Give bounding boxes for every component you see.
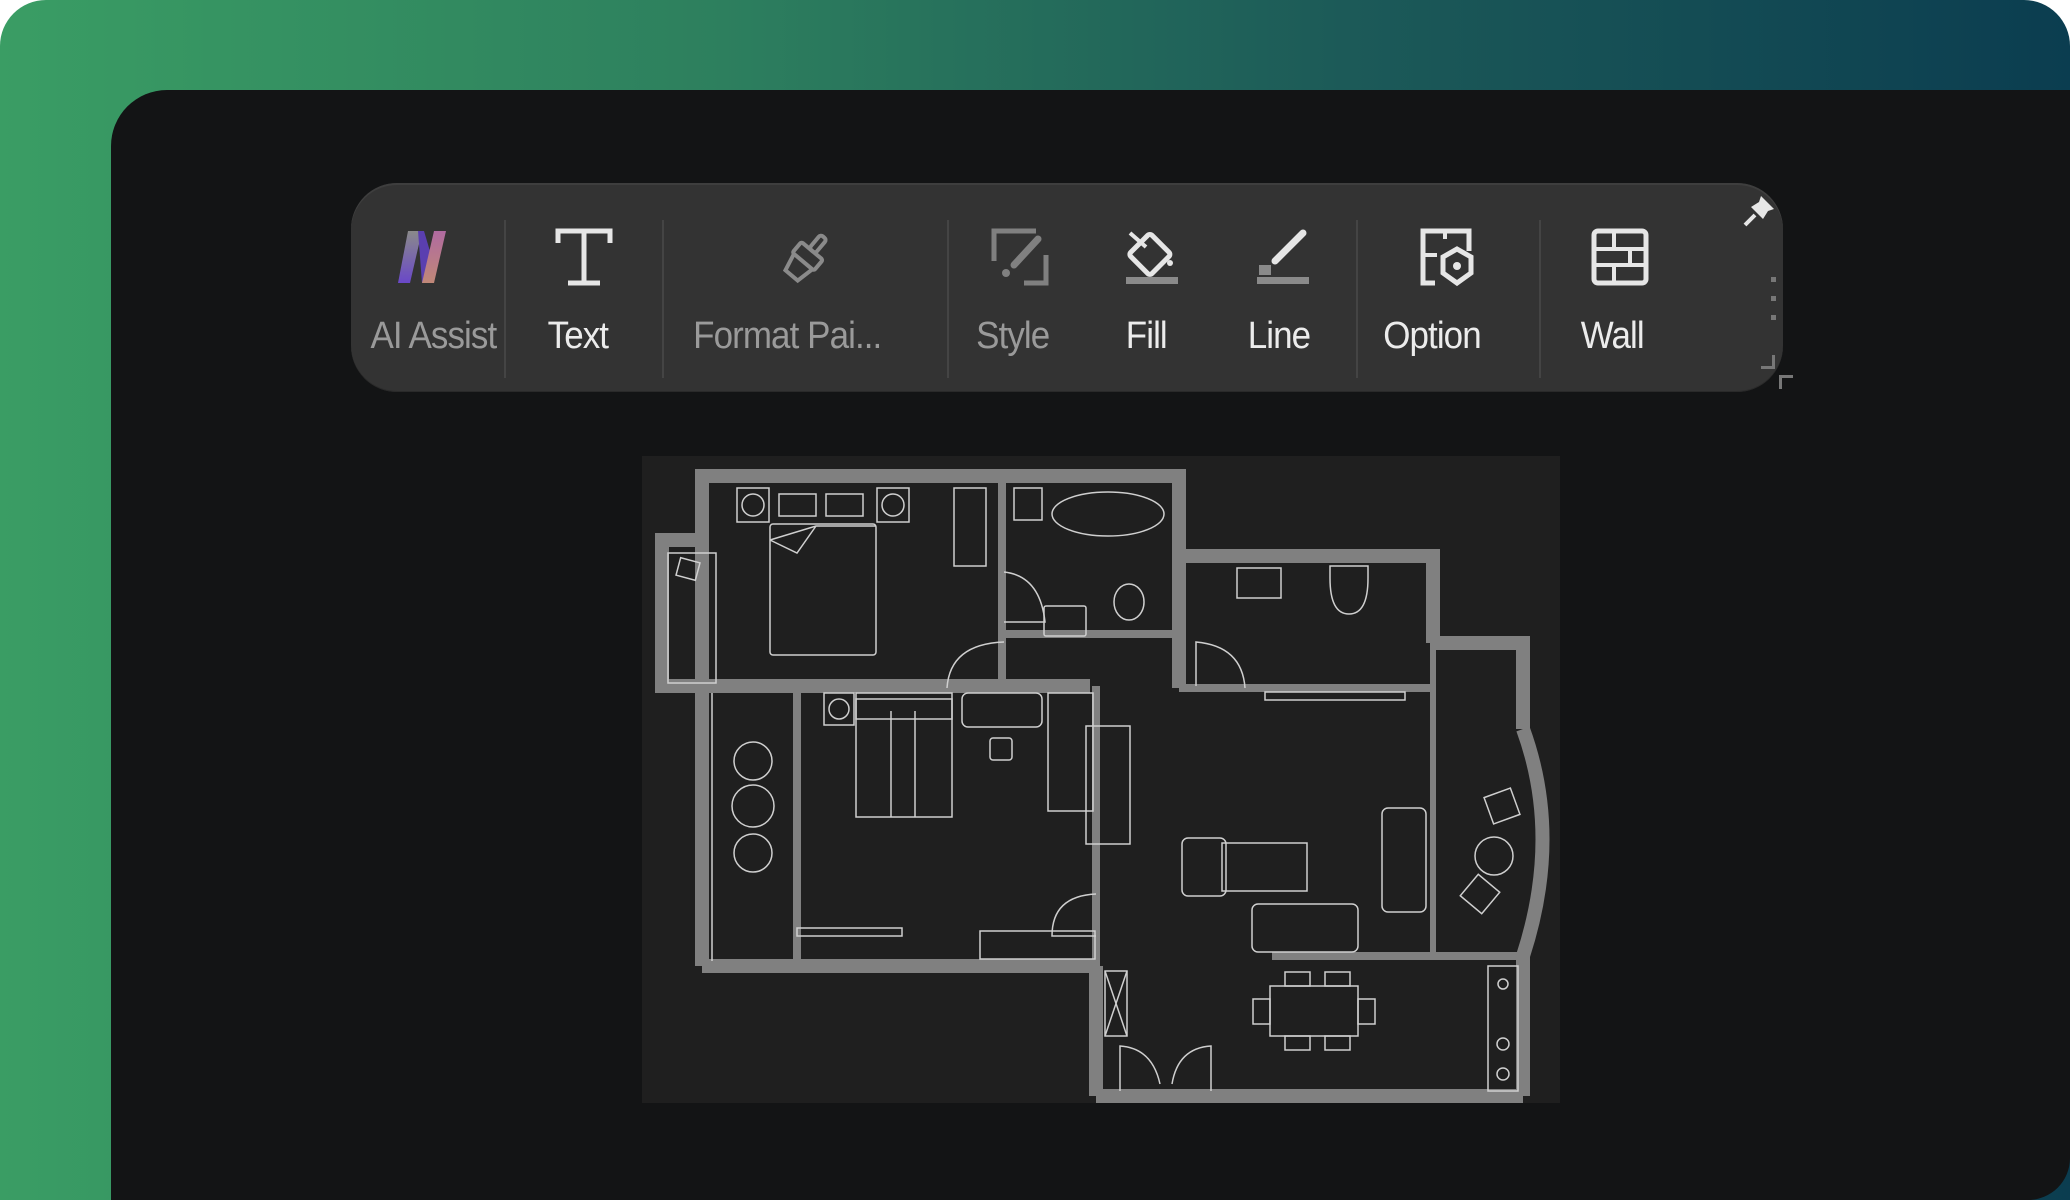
- dining-table: [1269, 985, 1359, 1037]
- toilet: [1113, 583, 1145, 621]
- chair: [733, 833, 773, 873]
- chair: [989, 737, 1013, 761]
- option-gear-icon: [1420, 228, 1474, 287]
- dresser: [979, 930, 1096, 960]
- armchair: [1181, 837, 1227, 897]
- sink: [1236, 567, 1282, 599]
- door: [1171, 1045, 1212, 1091]
- tool-line-label: Line: [1247, 315, 1311, 357]
- toolbar-separator: [1539, 220, 1541, 378]
- tool-format-painter[interactable]: Format Pai...: [665, 183, 947, 392]
- wall: [1516, 726, 1550, 959]
- lamp: [881, 493, 905, 517]
- paint-bucket-icon: [1126, 231, 1178, 284]
- tool-option[interactable]: Option: [1359, 183, 1535, 392]
- tool-wall[interactable]: Wall: [1542, 183, 1702, 392]
- toilet: [1329, 565, 1369, 615]
- sink: [1497, 978, 1509, 990]
- tool-fill-label: Fill: [1125, 315, 1168, 357]
- door: [1119, 1045, 1161, 1091]
- armchair: [1381, 807, 1427, 913]
- tool-format-painter-label: Format Pai...: [693, 315, 882, 357]
- chair: [1483, 787, 1521, 825]
- bed: [769, 523, 877, 656]
- bathtub: [1051, 491, 1165, 537]
- desk: [961, 692, 1043, 728]
- chair: [1324, 1035, 1351, 1051]
- line-pen-icon: [1257, 229, 1309, 284]
- floor-plan-canvas[interactable]: [642, 456, 1560, 1103]
- door: [1195, 641, 1246, 689]
- text-t-icon: [555, 228, 613, 286]
- chair: [1284, 1035, 1311, 1051]
- toolbar-separator: [662, 220, 664, 378]
- walls: [655, 469, 1550, 1103]
- stove: [1496, 1067, 1510, 1081]
- format-painter-brush-icon: [782, 233, 828, 284]
- table: [1474, 836, 1514, 876]
- chair: [1252, 998, 1271, 1025]
- more-vertical-icon[interactable]: [1769, 275, 1779, 325]
- pillow: [778, 493, 817, 517]
- cabinet: [1013, 487, 1043, 521]
- tool-style-label: Style: [976, 315, 1050, 357]
- wardrobe: [953, 487, 987, 567]
- tool-ai-assist-label: AI Assist: [370, 315, 497, 357]
- tv-stand: [796, 927, 903, 937]
- tool-style[interactable]: Style: [950, 183, 1090, 392]
- lamp: [828, 698, 850, 720]
- coffee-table: [1221, 842, 1308, 892]
- door: [1003, 571, 1046, 623]
- wall-brick-icon: [1591, 228, 1649, 286]
- wall: [1433, 636, 1530, 729]
- toolbar-separator: [1356, 220, 1358, 378]
- wall: [1172, 549, 1440, 643]
- tool-option-label: Option: [1383, 315, 1481, 357]
- chair: [1357, 998, 1376, 1025]
- sofa: [1251, 903, 1359, 953]
- tool-text-label: Text: [547, 315, 609, 357]
- blanket: [769, 525, 876, 554]
- chair: [733, 741, 773, 781]
- kitchen-counter: [1487, 965, 1519, 1092]
- bed: [855, 698, 953, 818]
- toolbar-separator: [504, 220, 506, 378]
- door: [1051, 893, 1097, 937]
- table: [731, 784, 775, 828]
- tv-stand: [1264, 691, 1406, 701]
- floating-toolbar: AI Assist Text Format Pai... Style Fill …: [351, 183, 1793, 392]
- tool-wall-label: Wall: [1580, 315, 1645, 357]
- headboard: [855, 692, 953, 720]
- tool-text[interactable]: Text: [507, 183, 662, 392]
- chair: [1459, 873, 1501, 915]
- tool-line[interactable]: Line: [1215, 183, 1349, 392]
- resize-corner-icon[interactable]: [1761, 355, 1775, 369]
- pin-icon[interactable]: [1741, 193, 1777, 229]
- lamp: [741, 493, 765, 517]
- resize-corner-icon[interactable]: [1779, 375, 1793, 389]
- toolbar-separator: [947, 220, 949, 378]
- ai-assist-logo-icon: [398, 231, 446, 283]
- tool-fill[interactable]: Fill: [1090, 183, 1215, 392]
- pillow: [825, 493, 864, 517]
- app-window: AI Assist Text Format Pai... Style Fill …: [111, 90, 2070, 1200]
- chair: [1284, 971, 1311, 987]
- stove: [1496, 1037, 1510, 1051]
- floor-plan-drawing: [655, 469, 1550, 1103]
- chair: [1324, 971, 1351, 987]
- tool-ai-assist[interactable]: AI Assist: [351, 183, 501, 392]
- style-brush-icon: [991, 228, 1049, 286]
